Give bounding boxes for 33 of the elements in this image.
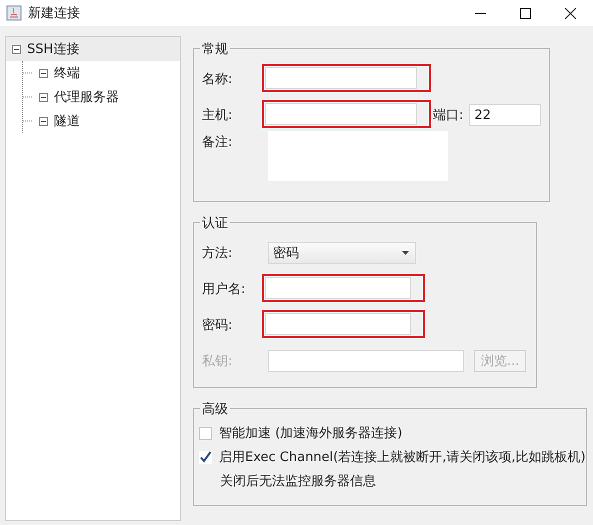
input-field[interactable]: [265, 312, 411, 334]
field-label: 方法:: [202, 245, 234, 262]
collapse-icon: [39, 116, 48, 126]
tree-item[interactable]: 终端: [23, 61, 180, 85]
field-label: 密码:: [202, 317, 234, 334]
collapse-icon: [39, 92, 48, 102]
tree-item[interactable]: 代理服务器: [23, 85, 180, 109]
field-label: 用户名:: [202, 281, 246, 298]
close-icon[interactable]: [565, 8, 576, 18]
input-field[interactable]: [265, 102, 417, 124]
tree-item[interactable]: SSH连接: [6, 37, 180, 61]
input-field[interactable]: [265, 66, 417, 88]
group-title: 认证: [200, 214, 230, 232]
dropdown-arrow-icon: [402, 251, 409, 255]
field-label: 端口:: [433, 107, 464, 124]
app-icon: [6, 5, 22, 21]
window-title: 新建连接: [28, 5, 81, 22]
checkbox-label: 智能加速 (加速海外服务器连接): [219, 425, 402, 442]
checkbox[interactable]: [199, 450, 212, 464]
collapse-icon: [12, 44, 21, 54]
field-label: 私钥:: [202, 353, 234, 370]
field-label: 备注:: [202, 134, 234, 151]
field-label: 主机:: [202, 107, 234, 124]
tree-item[interactable]: 隧道: [23, 109, 180, 133]
collapse-icon: [39, 68, 48, 78]
input-field[interactable]: [265, 276, 411, 298]
maximize-icon[interactable]: [520, 8, 531, 18]
checkbox-label: 启用Exec Channel(若连接上就被断开,请关闭该项,比如跳板机): [219, 449, 586, 466]
field-label: 名称:: [202, 71, 234, 88]
group-title: 高级: [200, 400, 230, 418]
note-text: 关闭后无法监控服务器信息: [220, 473, 376, 490]
method-dropdown[interactable]: 密码: [268, 242, 416, 264]
input-field[interactable]: 22: [469, 104, 541, 126]
